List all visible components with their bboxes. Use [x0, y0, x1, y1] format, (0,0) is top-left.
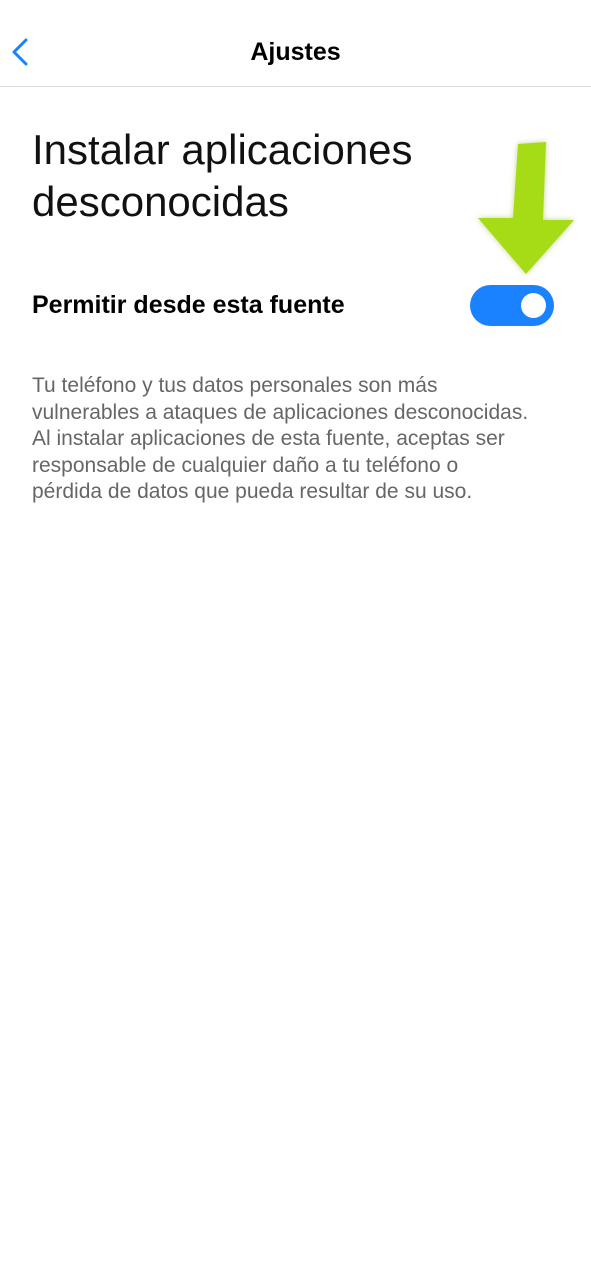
header-title: Ajustes — [250, 38, 341, 66]
toggle-knob — [521, 293, 546, 318]
warning-description: Tu teléfono y tus datos personales son m… — [32, 374, 529, 503]
setting-label: Permitir desde esta fuente — [32, 291, 345, 319]
allow-from-source-toggle[interactable] — [470, 285, 554, 326]
top-app-bar: Ajustes — [0, 0, 591, 87]
allow-from-source-row[interactable]: Permitir desde esta fuente — [0, 276, 591, 336]
arrow-down-icon — [478, 142, 574, 274]
page-title: Instalar aplicaciones desconocidas — [32, 126, 413, 225]
